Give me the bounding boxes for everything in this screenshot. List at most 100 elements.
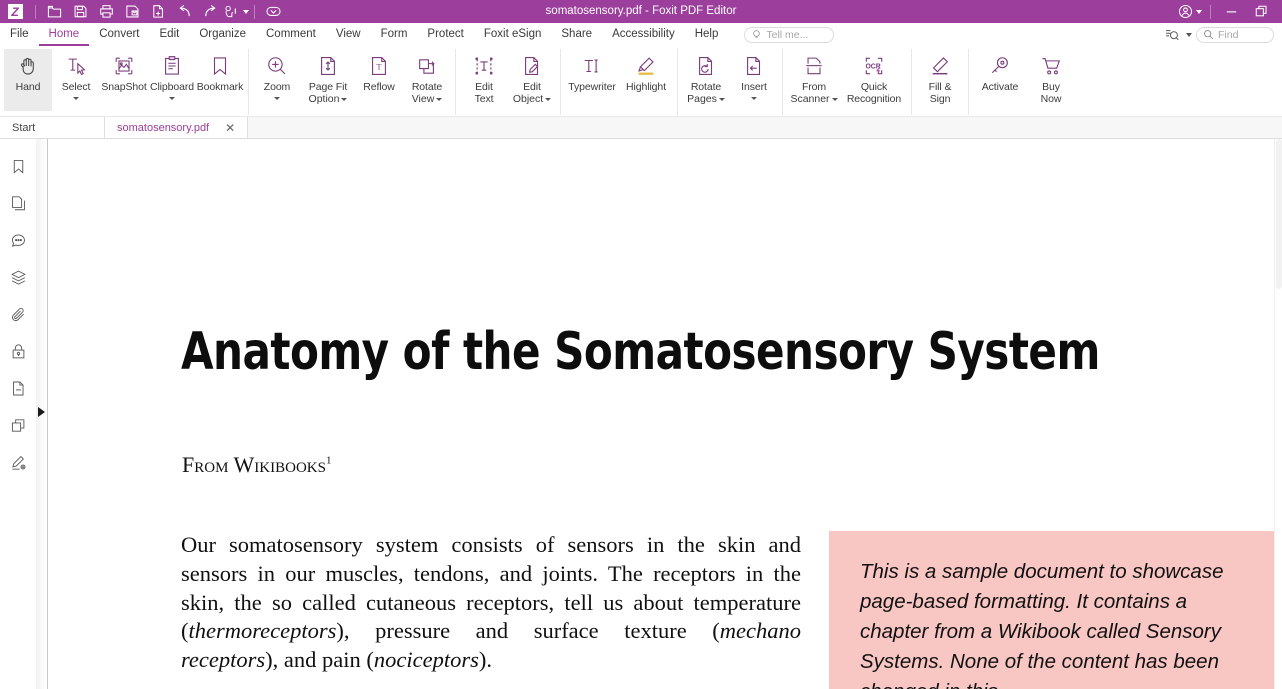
scrollbar-thumb[interactable] xyxy=(1276,139,1282,289)
buy-now-button[interactable]: Buy Now xyxy=(1027,49,1075,111)
rotate-view-dropdown[interactable] xyxy=(436,97,443,101)
quick-recognition-button[interactable]: OCR Quick Recognition xyxy=(841,49,907,111)
tab-somatosensory-pdf[interactable]: somatosensory.pdf ✕ xyxy=(105,117,249,138)
bookmark-button[interactable]: Bookmark xyxy=(196,49,244,111)
stamps-icon[interactable] xyxy=(6,414,30,436)
zoom-dropdown[interactable] xyxy=(274,93,280,104)
zoom-button[interactable]: Zoom xyxy=(253,49,301,111)
highlight-button[interactable]: Highlight xyxy=(619,49,673,111)
menu-item-edit[interactable]: Edit xyxy=(150,23,190,46)
edit-object-dropdown[interactable] xyxy=(545,97,552,101)
open-file-icon[interactable] xyxy=(41,0,67,23)
attachments-icon[interactable] xyxy=(6,303,30,325)
snapshot-label: SnapShot xyxy=(101,81,147,93)
typewriter-button[interactable]: Typewriter xyxy=(565,49,619,111)
menu-item-help[interactable]: Help xyxy=(685,23,729,46)
menu-item-protect[interactable]: Protect xyxy=(417,23,473,46)
find-input[interactable]: Find xyxy=(1196,26,1274,43)
security-lock-icon[interactable] xyxy=(6,340,30,362)
chevron-down-icon[interactable] xyxy=(1186,32,1192,37)
search-options-icon[interactable] xyxy=(1165,28,1179,42)
edit-text-button[interactable]: Edit Text xyxy=(460,49,508,111)
comments-icon[interactable] xyxy=(6,229,30,251)
edit-object-button[interactable]: Edit Object xyxy=(508,49,556,111)
new-from-file-icon[interactable] xyxy=(145,0,171,23)
insert-dropdown[interactable] xyxy=(751,93,757,104)
rotate-view-button[interactable]: Rotate View xyxy=(403,49,451,111)
undo-icon[interactable] xyxy=(171,0,197,23)
save-icon[interactable] xyxy=(67,0,93,23)
insert-pages-button[interactable]: Insert xyxy=(730,49,778,111)
menu-right-tools: Find xyxy=(1165,26,1282,43)
minimize-icon[interactable] xyxy=(1216,0,1246,23)
edit-object-text: Object xyxy=(512,93,544,105)
document-view[interactable]: Anatomy of the Somatosensory System From… xyxy=(48,139,1282,689)
bookmarks-icon[interactable] xyxy=(6,155,30,177)
chevron-down-icon[interactable] xyxy=(243,9,249,14)
touch-mode-icon[interactable] xyxy=(223,0,249,23)
menu-item-comment[interactable]: Comment xyxy=(256,23,326,46)
quick-recognition-label-2: Recognition xyxy=(846,93,902,105)
reflow-icon: T xyxy=(368,54,390,78)
layers-icon[interactable] xyxy=(6,266,30,288)
clipboard-dropdown[interactable] xyxy=(169,93,175,104)
rotate-pages-button[interactable]: Rotate Pages xyxy=(682,49,730,111)
rotate-pages-dropdown[interactable] xyxy=(718,97,725,101)
activate-button[interactable]: Activate xyxy=(973,49,1027,111)
page-callout-box: This is a sample document to showcase pa… xyxy=(829,531,1282,689)
ribbon-group-pages: Rotate Pages Insert xyxy=(677,49,782,115)
bookmark-icon xyxy=(209,54,231,78)
redo-icon[interactable] xyxy=(197,0,223,23)
account-icon[interactable] xyxy=(1175,0,1205,23)
page-fit-dropdown[interactable] xyxy=(341,97,348,101)
document-tab-bar: Start somatosensory.pdf ✕ xyxy=(0,117,1282,139)
ribbon-group-license: Activate Buy Now xyxy=(968,49,1079,115)
insert-pages-icon xyxy=(743,54,765,78)
print-icon[interactable] xyxy=(93,0,119,23)
rotate-view-label-2: View xyxy=(412,93,443,105)
rotate-view-text: View xyxy=(411,93,435,105)
buy-cart-icon xyxy=(1040,54,1062,78)
menu-item-foxit-esign[interactable]: Foxit eSign xyxy=(474,23,552,46)
tell-me-search[interactable]: Tell me... xyxy=(744,26,835,43)
menu-item-view[interactable]: View xyxy=(326,23,371,46)
from-scanner-text: Scanner xyxy=(790,93,830,105)
panel-splitter[interactable] xyxy=(36,139,48,689)
menu-item-share[interactable]: Share xyxy=(551,23,602,46)
page-thumbnails-icon[interactable] xyxy=(6,192,30,214)
from-scanner-button[interactable]: From Scanner xyxy=(787,49,841,111)
customize-toolbar-icon[interactable] xyxy=(260,0,286,23)
fill-and-sign-button[interactable]: Fill & Sign xyxy=(916,49,964,111)
vertical-scrollbar[interactable] xyxy=(1274,139,1282,689)
email-icon[interactable] xyxy=(119,0,145,23)
ribbon-group-view: Zoom Page Fit Option T Reflow Rotate Vie… xyxy=(248,49,455,115)
find-placeholder: Find xyxy=(1218,28,1239,41)
select-dropdown[interactable] xyxy=(73,93,79,104)
reflow-button[interactable]: T Reflow xyxy=(355,49,403,111)
fields-icon[interactable] xyxy=(6,377,30,399)
menu-item-file[interactable]: File xyxy=(0,23,39,46)
hand-tool-button[interactable]: Hand xyxy=(4,49,52,111)
from-scanner-dropdown[interactable] xyxy=(831,97,838,101)
menu-item-accessibility[interactable]: Accessibility xyxy=(602,23,685,46)
expand-panel-arrow-icon[interactable] xyxy=(38,407,45,417)
chevron-down-icon[interactable] xyxy=(1196,9,1202,14)
menu-item-organize[interactable]: Organize xyxy=(189,23,256,46)
divider xyxy=(1210,4,1211,19)
tab-start[interactable]: Start xyxy=(0,117,105,138)
digital-signatures-icon[interactable] xyxy=(6,451,30,473)
menu-item-convert[interactable]: Convert xyxy=(89,23,149,46)
restore-icon[interactable] xyxy=(1246,0,1276,23)
page-fit-option-button[interactable]: Page Fit Option xyxy=(301,49,355,111)
menu-item-form[interactable]: Form xyxy=(371,23,418,46)
snapshot-button[interactable]: SnapShot xyxy=(100,49,148,111)
search-icon xyxy=(1204,30,1214,40)
bookmark-label: Bookmark xyxy=(196,81,244,93)
ribbon-group-tools: Hand Select SnapShot Clipboard Bookmark xyxy=(0,49,248,115)
select-tool-button[interactable]: Select xyxy=(52,49,100,111)
edit-text-label-1: Edit xyxy=(475,81,493,93)
menu-item-home[interactable]: Home xyxy=(38,23,90,46)
svg-text:T: T xyxy=(376,63,381,72)
clipboard-button[interactable]: Clipboard xyxy=(148,49,196,111)
close-icon[interactable]: ✕ xyxy=(225,122,235,134)
